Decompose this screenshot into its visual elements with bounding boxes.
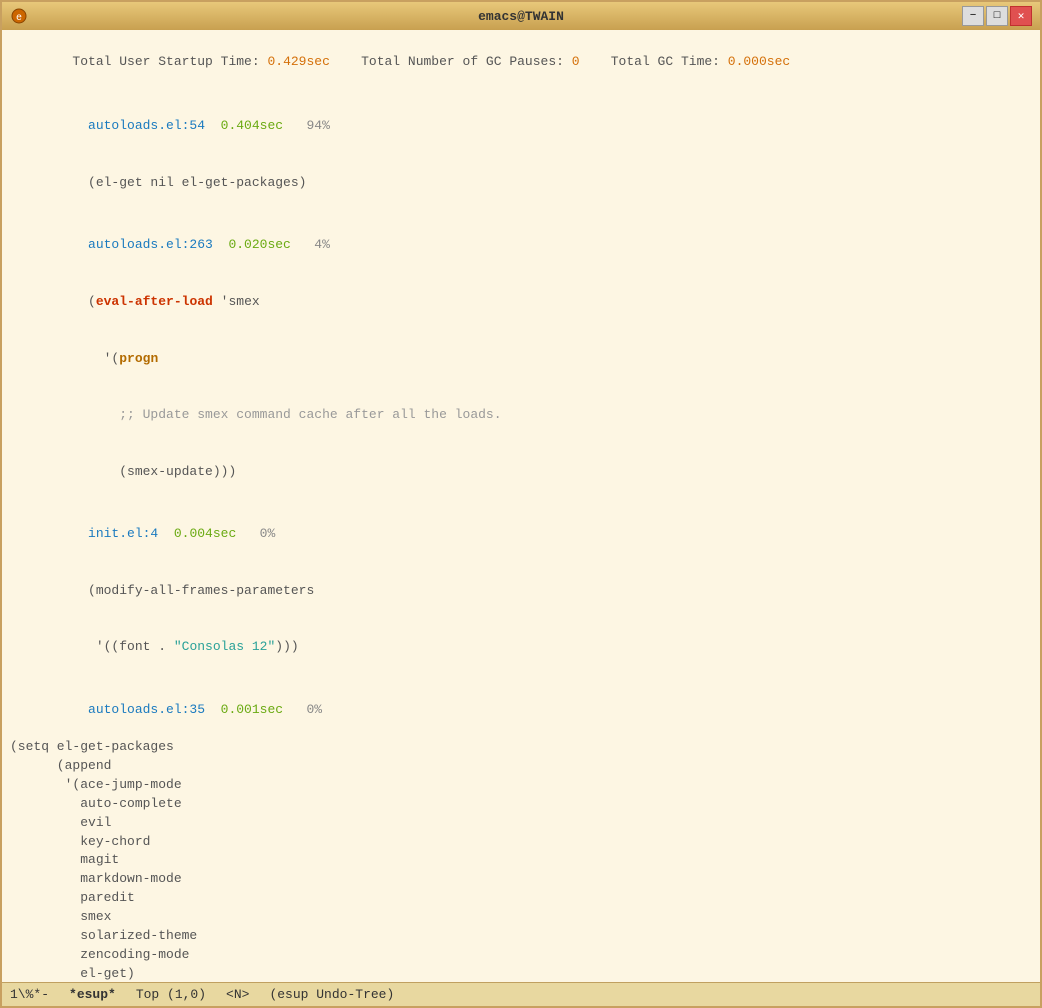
block4-code9: paredit <box>10 889 1032 908</box>
maximize-button[interactable]: □ <box>986 6 1008 26</box>
block3-code1: (modify-all-frames-parameters <box>10 563 1032 620</box>
block4-code12: zencoding-mode <box>10 946 1032 965</box>
block4-code4: auto-complete <box>10 795 1032 814</box>
block4-fileref: autoloads.el:35 0.001sec 0% <box>10 682 1032 739</box>
block4-code10: smex <box>10 908 1032 927</box>
block4-code13: el-get) <box>10 965 1032 983</box>
status-bar: 1\%*- *esup* Top (1,0) <N> (esup Undo-Tr… <box>2 982 1040 1006</box>
content-area: Total User Startup Time: 0.429sec Total … <box>2 30 1040 1006</box>
block2-code3: ;; Update smex command cache after all t… <box>10 387 1032 444</box>
status-mode: (esup Undo-Tree) <box>269 987 394 1002</box>
block2-fileref: autoloads.el:263 0.020sec 4% <box>10 218 1032 275</box>
block4-code8: markdown-mode <box>10 870 1032 889</box>
block1-code1: (el-get nil el-get-packages) <box>10 155 1032 212</box>
block4-code5: evil <box>10 814 1032 833</box>
block4-code7: magit <box>10 851 1032 870</box>
titlebar: e emacs@TWAIN − □ ✕ <box>2 2 1040 30</box>
block4-code3: '(ace-jump-mode <box>10 776 1032 795</box>
block1-fileref: autoloads.el:54 0.404sec 94% <box>10 99 1032 156</box>
block4-code2: (append <box>10 757 1032 776</box>
app-icon: e <box>10 7 28 25</box>
block-autoloads-35: autoloads.el:35 0.001sec 0% (setq el-get… <box>10 682 1032 982</box>
block-init-4: init.el:4 0.004sec 0% (modify-all-frames… <box>10 506 1032 676</box>
header-timing-line: Total User Startup Time: 0.429sec Total … <box>10 34 1032 91</box>
main-window: e emacs@TWAIN − □ ✕ Total User Startup T… <box>0 0 1042 1008</box>
block-autoloads-54: autoloads.el:54 0.404sec 94% (el-get nil… <box>10 99 1032 212</box>
status-scroll: Top (1,0) <box>136 987 206 1002</box>
block2-code4: (smex-update))) <box>10 444 1032 501</box>
block4-code11: solarized-theme <box>10 927 1032 946</box>
window-title: emacs@TWAIN <box>478 9 564 24</box>
block3-fileref: init.el:4 0.004sec 0% <box>10 506 1032 563</box>
block4-code1: (setq el-get-packages <box>10 738 1032 757</box>
close-button[interactable]: ✕ <box>1010 6 1032 26</box>
block2-code1: (eval-after-load 'smex <box>10 274 1032 331</box>
minimize-button[interactable]: − <box>962 6 984 26</box>
block3-code2: '((font . "Consolas 12"))) <box>10 619 1032 676</box>
status-position: 1\%*- <box>10 987 49 1002</box>
block4-code6: key-chord <box>10 833 1032 852</box>
status-buffer: *esup* <box>69 987 116 1002</box>
block2-code2: '(progn <box>10 331 1032 388</box>
main-content: Total User Startup Time: 0.429sec Total … <box>2 30 1040 982</box>
status-bar-content: 1\%*- *esup* Top (1,0) <N> (esup Undo-Tr… <box>10 987 1032 1002</box>
svg-text:e: e <box>16 13 22 24</box>
status-nav: <N> <box>226 987 249 1002</box>
window-controls: − □ ✕ <box>962 6 1032 26</box>
block-autoloads-263: autoloads.el:263 0.020sec 4% (eval-after… <box>10 218 1032 501</box>
